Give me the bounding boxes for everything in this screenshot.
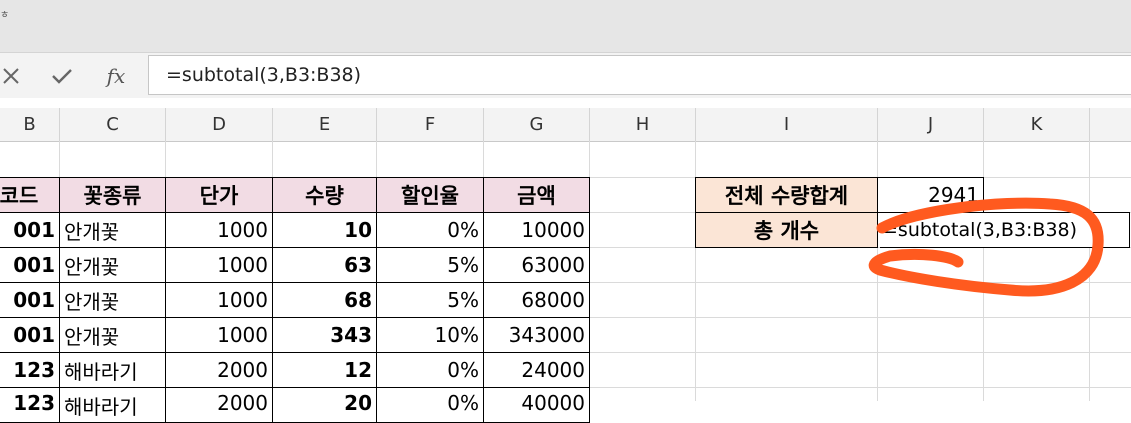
column-header-b[interactable]: B — [0, 108, 60, 141]
table-cell[interactable]: 안개꽃 — [59, 317, 166, 353]
table-cell[interactable]: 343 — [272, 317, 377, 353]
column-header-e[interactable]: E — [273, 108, 377, 141]
table-cell[interactable]: 001 — [0, 282, 60, 318]
table-cell[interactable]: 001 — [0, 212, 60, 248]
check-icon[interactable] — [48, 53, 76, 98]
formula-bar: fx =subtotal(3,B3:B38) — [0, 52, 1131, 98]
column-header-j[interactable]: J — [878, 108, 984, 141]
table-cell[interactable]: 123 — [0, 352, 60, 388]
column-headers: B C D E F G H I J K — [0, 108, 1131, 142]
table-header-unit-price[interactable]: 단가 — [165, 177, 273, 213]
table-header-flower[interactable]: 꽃종류 — [59, 177, 166, 213]
table-cell[interactable]: 1000 — [165, 282, 273, 318]
table-cell[interactable]: 68000 — [483, 282, 590, 318]
table-cell[interactable]: 0% — [376, 352, 484, 388]
table-cell[interactable]: 안개꽃 — [59, 247, 166, 283]
table-header-quantity[interactable]: 수량 — [272, 177, 377, 213]
table-cell[interactable]: 5% — [376, 247, 484, 283]
table-cell[interactable]: 0% — [376, 387, 484, 423]
total-count-label[interactable]: 총 개수 — [695, 212, 878, 248]
table-cell[interactable]: 10 — [272, 212, 377, 248]
table-cell[interactable]: 해바라기 — [59, 387, 166, 423]
formula-input[interactable]: =subtotal(3,B3:B38) — [148, 55, 1131, 95]
column-header-g[interactable]: G — [484, 108, 590, 141]
table-cell[interactable]: 10000 — [483, 212, 590, 248]
table-cell[interactable]: 68 — [272, 282, 377, 318]
table-cell[interactable]: 001 — [0, 247, 60, 283]
table-cell[interactable]: 5% — [376, 282, 484, 318]
corner-mark: ㅎ — [0, 10, 10, 21]
table-cell[interactable]: 40000 — [483, 387, 590, 423]
total-quantity-label[interactable]: 전체 수량합계 — [695, 177, 878, 213]
table-header-amount[interactable]: 금액 — [483, 177, 590, 213]
table-header-discount[interactable]: 할인율 — [376, 177, 484, 213]
column-header-k[interactable]: K — [984, 108, 1090, 141]
table-cell[interactable]: 63 — [272, 247, 377, 283]
function-icon[interactable]: fx — [100, 53, 132, 98]
table-cell[interactable]: 001 — [0, 317, 60, 353]
close-icon[interactable] — [0, 53, 22, 98]
table-cell[interactable]: 10% — [376, 317, 484, 353]
table-cell[interactable]: 12 — [272, 352, 377, 388]
table-cell[interactable]: 123 — [0, 387, 60, 423]
table-header-code[interactable]: 코드 — [0, 177, 60, 213]
column-header-f[interactable]: F — [377, 108, 484, 141]
table-cell[interactable]: 안개꽃 — [59, 282, 166, 318]
ribbon-area: ㅎ — [0, 0, 1131, 52]
table-cell[interactable]: 1000 — [165, 317, 273, 353]
table-cell[interactable]: 20 — [272, 387, 377, 423]
table-cell[interactable]: 2000 — [165, 387, 273, 423]
column-header-h[interactable]: H — [590, 108, 696, 141]
table-cell[interactable]: 0% — [376, 212, 484, 248]
table-cell[interactable]: 343000 — [483, 317, 590, 353]
table-cell[interactable]: 2000 — [165, 352, 273, 388]
table-cell[interactable]: 안개꽃 — [59, 212, 166, 248]
table-cell[interactable]: 1000 — [165, 247, 273, 283]
table-cell[interactable]: 24000 — [483, 352, 590, 388]
table-cell[interactable]: 해바라기 — [59, 352, 166, 388]
column-header-i[interactable]: I — [696, 108, 878, 141]
table-cell[interactable]: 63000 — [483, 247, 590, 283]
table-cell[interactable]: 1000 — [165, 212, 273, 248]
column-header-d[interactable]: D — [166, 108, 273, 141]
column-header-c[interactable]: C — [60, 108, 166, 141]
handwritten-circle-annotation — [868, 197, 1104, 297]
